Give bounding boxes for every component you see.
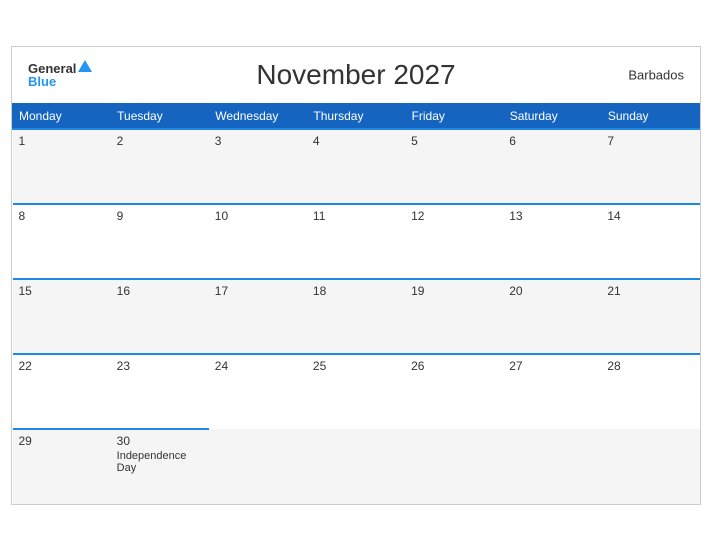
header-thursday: Thursday [307, 103, 405, 129]
week-row-3: 15 16 17 18 19 20 21 [13, 279, 700, 354]
day-cell [209, 429, 307, 504]
day-cell: 2 [111, 129, 209, 204]
day-number: 5 [411, 134, 497, 148]
day-number: 21 [607, 284, 693, 298]
day-cell [307, 429, 405, 504]
weekday-header-row: Monday Tuesday Wednesday Thursday Friday… [13, 103, 700, 129]
day-number: 23 [117, 359, 203, 373]
day-number: 17 [215, 284, 301, 298]
day-cell: 4 [307, 129, 405, 204]
header-friday: Friday [405, 103, 503, 129]
day-cell: 19 [405, 279, 503, 354]
header-wednesday: Wednesday [209, 103, 307, 129]
week-row-1: 1234567 [13, 129, 700, 204]
day-number: 4 [313, 134, 399, 148]
logo: General Blue [28, 62, 92, 88]
header-tuesday: Tuesday [111, 103, 209, 129]
calendar-grid: Monday Tuesday Wednesday Thursday Friday… [12, 103, 700, 504]
month-title: November 2027 [256, 59, 455, 91]
day-number: 28 [607, 359, 693, 373]
day-cell: 30 Independence Day [111, 429, 209, 504]
day-cell: 24 [209, 354, 307, 429]
logo-triangle-icon [78, 60, 92, 72]
day-cell: 29 [13, 429, 111, 504]
day-number: 26 [411, 359, 497, 373]
day-cell: 7 [601, 129, 699, 204]
day-cell [503, 429, 601, 504]
day-cell: 20 [503, 279, 601, 354]
day-cell: 27 [503, 354, 601, 429]
day-number: 7 [607, 134, 693, 148]
day-number: 22 [19, 359, 105, 373]
calendar-container: General Blue November 2027 Barbados Mond… [11, 46, 701, 505]
header-sunday: Sunday [601, 103, 699, 129]
day-cell: 16 [111, 279, 209, 354]
day-cell: 22 [13, 354, 111, 429]
day-number: 12 [411, 209, 497, 223]
day-cell: 9 [111, 204, 209, 279]
day-number: 18 [313, 284, 399, 298]
week-row-4: 22 23 24 25 26 27 28 [13, 354, 700, 429]
day-number: 16 [117, 284, 203, 298]
day-cell: 14 [601, 204, 699, 279]
event-label: Independence Day [117, 450, 203, 474]
week-row-2: 89 10 11 12 13 14 [13, 204, 700, 279]
day-cell [405, 429, 503, 504]
day-cell: 23 [111, 354, 209, 429]
country-label: Barbados [628, 67, 684, 82]
day-number: 24 [215, 359, 301, 373]
logo-blue-text: Blue [28, 75, 92, 88]
day-number: 3 [215, 134, 301, 148]
day-cell: 13 [503, 204, 601, 279]
day-cell: 8 [13, 204, 111, 279]
day-cell: 12 [405, 204, 503, 279]
day-number: 9 [117, 209, 203, 223]
day-number: 10 [215, 209, 301, 223]
week-row-5: 29 30 Independence Day [13, 429, 700, 504]
day-number: 11 [313, 209, 399, 223]
day-number: 8 [19, 209, 105, 223]
calendar-header: General Blue November 2027 Barbados [12, 47, 700, 103]
header-monday: Monday [13, 103, 111, 129]
day-number: 6 [509, 134, 595, 148]
day-number: 13 [509, 209, 595, 223]
day-cell: 15 [13, 279, 111, 354]
day-number: 20 [509, 284, 595, 298]
day-number: 2 [117, 134, 203, 148]
day-cell: 1 [13, 129, 111, 204]
day-number: 19 [411, 284, 497, 298]
day-cell: 11 [307, 204, 405, 279]
day-cell: 25 [307, 354, 405, 429]
day-number: 15 [19, 284, 105, 298]
day-cell: 21 [601, 279, 699, 354]
day-cell: 3 [209, 129, 307, 204]
day-cell: 6 [503, 129, 601, 204]
day-cell: 28 [601, 354, 699, 429]
day-cell: 5 [405, 129, 503, 204]
day-cell: 18 [307, 279, 405, 354]
header-saturday: Saturday [503, 103, 601, 129]
day-number: 30 [117, 434, 203, 448]
day-number: 14 [607, 209, 693, 223]
day-number: 27 [509, 359, 595, 373]
day-number: 25 [313, 359, 399, 373]
day-cell [601, 429, 699, 504]
day-cell: 10 [209, 204, 307, 279]
day-number: 29 [19, 434, 105, 448]
day-number: 1 [19, 134, 105, 148]
day-cell: 17 [209, 279, 307, 354]
day-cell: 26 [405, 354, 503, 429]
